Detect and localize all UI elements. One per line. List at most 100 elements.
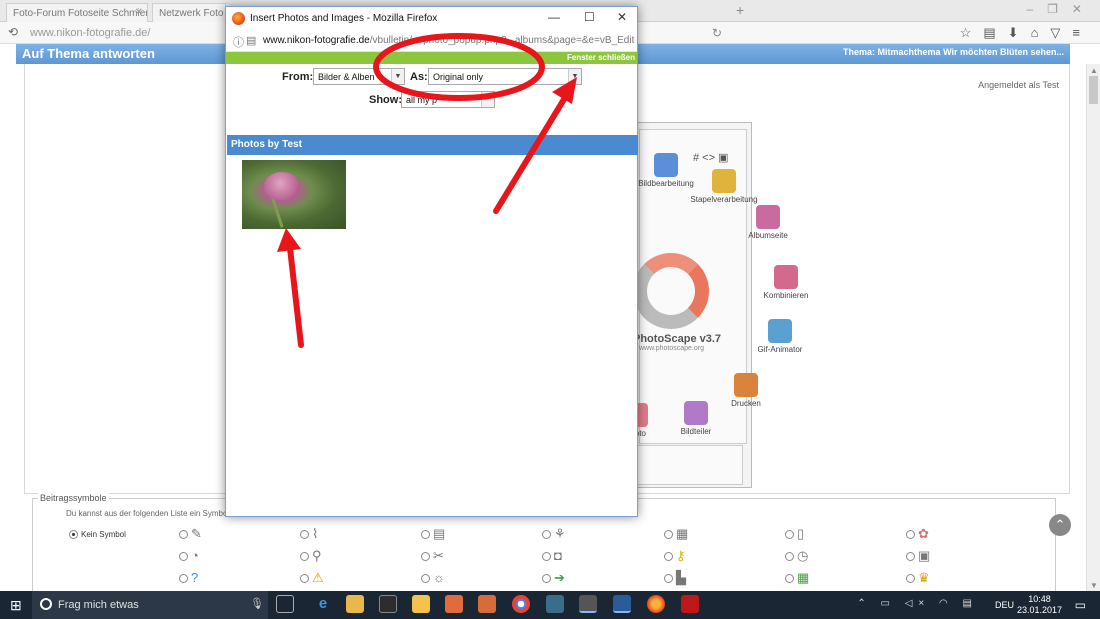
radio-button[interactable]: [542, 552, 551, 561]
radio-button[interactable]: [421, 552, 430, 561]
post-icon-option[interactable]: ▯: [785, 526, 815, 544]
photoscape-taskbar-icon[interactable]: [478, 595, 496, 613]
radio-button[interactable]: [300, 530, 309, 539]
media-icon[interactable]: [412, 595, 430, 613]
ps-item-albumseite[interactable]: Albumseite: [731, 205, 805, 240]
radio-button[interactable]: [300, 552, 309, 561]
radio-button[interactable]: [69, 530, 78, 539]
page-scrollbar[interactable]: ▲ ▼: [1086, 64, 1100, 592]
photo-thumbnail[interactable]: [242, 160, 346, 229]
close-icon[interactable]: ✕: [617, 10, 627, 24]
as-label: As:: [410, 71, 428, 83]
radio-button[interactable]: [785, 574, 794, 583]
radio-button[interactable]: [300, 574, 309, 583]
pdf-reader-icon[interactable]: [681, 595, 699, 613]
radio-button[interactable]: [906, 530, 915, 539]
radio-button[interactable]: [664, 552, 673, 561]
tab-close-icon[interactable]: ✕: [135, 7, 143, 18]
edge-icon[interactable]: e: [314, 595, 332, 613]
chevron-down-icon[interactable]: ▼: [568, 69, 581, 84]
post-icon-option[interactable]: ▣: [906, 548, 936, 566]
taskbar-clock[interactable]: 10:48 23.01.2017: [1017, 594, 1062, 616]
chevron-down-icon[interactable]: [481, 92, 494, 107]
app-icon[interactable]: [579, 595, 597, 613]
new-tab-icon[interactable]: +: [736, 2, 744, 18]
popup-url-bar[interactable]: ⓘ ▤ www.nikon-fotografie.de/vbulletin/..…: [226, 31, 637, 52]
post-icon-option[interactable]: ◔: [179, 548, 209, 566]
post-icon-option[interactable]: ✂: [421, 548, 451, 566]
post-icon-option[interactable]: ?: [179, 570, 209, 588]
chevron-down-icon[interactable]: ▼: [391, 69, 404, 84]
radio-button[interactable]: [785, 552, 794, 561]
post-icon-option[interactable]: ▤: [421, 526, 451, 544]
close-window-link[interactable]: Fenster schließen: [567, 53, 635, 62]
task-view-icon[interactable]: [276, 595, 294, 613]
taskbar-search[interactable]: Frag mich etwas 🎙: [32, 591, 268, 619]
app-icon[interactable]: [613, 595, 631, 613]
post-icon-option[interactable]: ⚘: [542, 526, 572, 544]
ps-item-stapelverarbeitung[interactable]: Stapelverarbeitung: [687, 169, 761, 204]
post-icon-option[interactable]: ⚠: [300, 570, 330, 588]
post-icon-option[interactable]: ◷: [785, 548, 815, 566]
radio-button[interactable]: [179, 552, 188, 561]
radio-button[interactable]: [664, 530, 673, 539]
radio-button[interactable]: [542, 574, 551, 583]
trophy-icon: ♛: [918, 570, 930, 585]
browser-tab[interactable]: Foto-Forum Fotoseite Schmiermesser ✕: [6, 3, 148, 22]
post-icon-option[interactable]: ⌇: [300, 526, 330, 544]
as-select[interactable]: Original only ▼: [428, 68, 582, 85]
notification-icon[interactable]: ▭: [1075, 598, 1086, 612]
system-tray-icons[interactable]: ⌃ ▭ ◁× ◠ ▤: [857, 598, 978, 609]
store-icon[interactable]: [379, 595, 397, 613]
post-icon-option[interactable]: ➔: [542, 570, 572, 588]
info-icon[interactable]: ⓘ: [233, 34, 244, 50]
browser-tab[interactable]: Netzwerk Foto: [152, 3, 226, 22]
from-select[interactable]: Bilder & Alben ▼: [313, 68, 405, 85]
post-icon-option[interactable]: ▙: [664, 570, 694, 588]
ps-item-bildteiler[interactable]: Bildteiler: [659, 401, 733, 436]
file-explorer-icon[interactable]: [346, 595, 364, 613]
radio-button[interactable]: [906, 552, 915, 561]
radio-button[interactable]: [179, 530, 188, 539]
radio-button[interactable]: [906, 574, 915, 583]
post-icon-option[interactable]: ✎: [179, 526, 209, 544]
window-controls[interactable]: –❐✕: [1027, 2, 1097, 16]
radio-button[interactable]: [785, 530, 794, 539]
address-bar[interactable]: www.nikon-fotografie.de/: [30, 27, 150, 39]
minimize-icon[interactable]: —: [548, 10, 560, 24]
microphone-icon[interactable]: 🎙: [250, 597, 264, 610]
popup-url[interactable]: www.nikon-fotografie.de/vbulletin/.../ph…: [263, 35, 635, 46]
ps-item-gif-animator[interactable]: Gif-Animator: [743, 319, 817, 354]
ps-item-kombinieren[interactable]: Kombinieren: [749, 265, 823, 300]
post-icon-option[interactable]: ☼: [421, 570, 451, 588]
radio-button[interactable]: [179, 574, 188, 583]
radio-button[interactable]: [421, 574, 430, 583]
language-indicator[interactable]: DEU: [995, 600, 1014, 610]
radio-button[interactable]: [664, 574, 673, 583]
firefox-taskbar-icon[interactable]: [647, 595, 665, 613]
scroll-to-top-button[interactable]: ⌃: [1049, 514, 1071, 536]
app-icon[interactable]: [546, 595, 564, 613]
post-icon-option[interactable]: ▦: [664, 526, 694, 544]
post-icon-option[interactable]: ⚷: [664, 548, 694, 566]
back-icon[interactable]: ⟲: [8, 25, 18, 39]
scroll-up-icon[interactable]: ▲: [1090, 66, 1098, 75]
scrollbar-thumb[interactable]: [1089, 76, 1098, 104]
radio-button[interactable]: [421, 530, 430, 539]
radio-button[interactable]: [542, 530, 551, 539]
thread-title[interactable]: Thema: Mitmachthema Wir möchten Blüten s…: [843, 47, 1064, 57]
post-icon-option[interactable]: ✿: [906, 526, 936, 544]
windows-start-icon[interactable]: ⊞: [10, 597, 22, 614]
post-icon-option[interactable]: ◘: [542, 548, 572, 566]
reload-icon[interactable]: ↻: [712, 26, 722, 40]
app-icon[interactable]: [445, 595, 463, 613]
chrome-icon[interactable]: [512, 595, 530, 613]
scroll-down-icon[interactable]: ▼: [1090, 581, 1098, 590]
show-select[interactable]: all my p: [401, 91, 495, 108]
maximize-icon[interactable]: ☐: [584, 10, 595, 24]
post-icon-option[interactable]: ▦: [785, 570, 815, 588]
post-icon-option[interactable]: ⚲: [300, 548, 330, 566]
arrow-icon: ➔: [554, 570, 565, 585]
toolbar-icons[interactable]: ☆▤⬇⌂▽≡: [960, 25, 1092, 41]
post-icon-option[interactable]: ♛: [906, 570, 936, 588]
